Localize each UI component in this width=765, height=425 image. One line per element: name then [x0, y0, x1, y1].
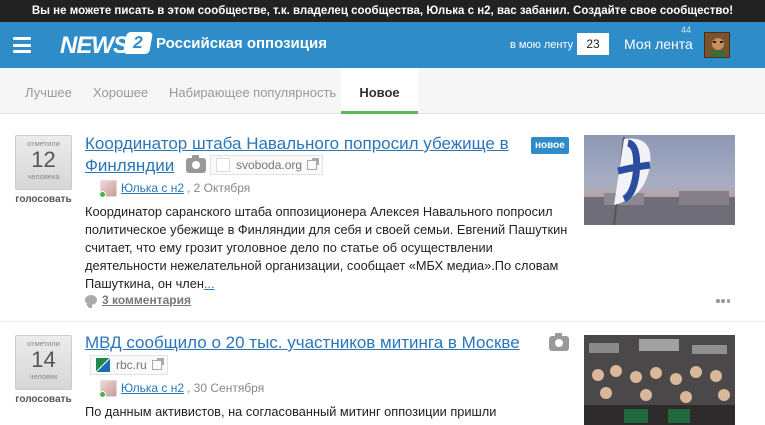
post-title-line2[interactable]: Финляндии — [85, 155, 174, 177]
vote-button[interactable]: голосовать — [15, 194, 72, 205]
external-link-icon — [151, 358, 164, 370]
read-more-link[interactable]: ... — [204, 276, 215, 291]
author-row: Юлька с н2 , 30 Сентября — [99, 379, 265, 398]
post-excerpt: По данным активистов, на согласованный м… — [85, 404, 497, 419]
my-feed-count: 44 — [681, 25, 692, 35]
source-favicon — [216, 158, 230, 172]
tab-trending[interactable]: Набирающее популярность — [169, 68, 336, 114]
excerpt-text: Координатор саранского штаба оппозиционе… — [85, 204, 568, 291]
logo-badge: 2 — [123, 32, 153, 54]
online-indicator — [99, 190, 106, 198]
vote-button[interactable]: голосовать — [15, 394, 72, 405]
more-options-icon[interactable] — [716, 299, 730, 303]
post-excerpt: Координатор саранского штаба оппозиционе… — [85, 203, 577, 293]
tab-new[interactable]: Новое — [341, 68, 418, 114]
camera-icon — [549, 333, 569, 351]
source-link[interactable]: rbc.ru — [90, 355, 168, 375]
author-row: Юлька с н2 , 2 Октября — [99, 179, 251, 198]
source-favicon — [96, 358, 110, 372]
vote-bottom-label: человек — [29, 372, 58, 381]
menu-icon[interactable] — [13, 37, 31, 53]
vote-counter: отметили 14 человек — [15, 335, 72, 390]
site-logo[interactable]: NEWS 2 — [60, 31, 153, 61]
author-avatar[interactable] — [99, 179, 117, 198]
tab-best[interactable]: Лучшее — [25, 68, 72, 114]
top-header: NEWS 2 Российская оппозиция в мою ленту … — [0, 22, 765, 68]
external-link-icon — [307, 158, 320, 170]
vote-counter: отметили 12 человека — [15, 135, 72, 190]
source-name: rbc.ru — [116, 358, 147, 372]
ban-notice-banner: Вы не можете писать в этом сообществе, т… — [0, 0, 765, 22]
comment-icon — [85, 295, 97, 308]
tab-good[interactable]: Хорошее — [93, 68, 148, 114]
post-thumbnail[interactable] — [584, 135, 735, 225]
author-avatar[interactable] — [99, 379, 117, 398]
add-to-feed-count[interactable]: 23 — [577, 33, 609, 55]
camera-icon — [186, 155, 206, 173]
post-thumbnail[interactable] — [584, 335, 735, 425]
add-to-feed-label[interactable]: в мою ленту — [510, 39, 573, 51]
user-avatar[interactable] — [704, 32, 730, 58]
vote-count: 14 — [31, 347, 56, 372]
feed-tabs: Лучшее Хорошее Набирающее популярность Н… — [0, 68, 765, 114]
post-divider — [0, 321, 765, 322]
source-name: svoboda.org — [236, 158, 303, 172]
post-date: , 30 Сентября — [187, 381, 265, 395]
post-date: , 2 Октября — [187, 181, 251, 195]
post-title[interactable]: Координатор штаба Навального попросил уб… — [85, 133, 509, 155]
vote-bottom-label: человека — [27, 172, 60, 181]
post-title[interactable]: МВД сообщило о 20 тыс. участников митинг… — [85, 332, 520, 354]
author-name[interactable]: Юлька с н2 — [121, 181, 184, 195]
community-title[interactable]: Российская оппозиция — [156, 35, 327, 52]
my-feed-link[interactable]: Моя лента — [624, 36, 693, 52]
author-name[interactable]: Юлька с н2 — [121, 381, 184, 395]
source-link[interactable]: svoboda.org — [210, 155, 324, 175]
new-badge: новое — [531, 137, 569, 154]
online-indicator — [99, 390, 106, 398]
comments-link[interactable]: 3 комментария — [85, 293, 191, 308]
logo-text: NEWS — [60, 32, 129, 59]
vote-count: 12 — [31, 147, 56, 172]
comments-count: 3 комментария — [102, 293, 191, 307]
